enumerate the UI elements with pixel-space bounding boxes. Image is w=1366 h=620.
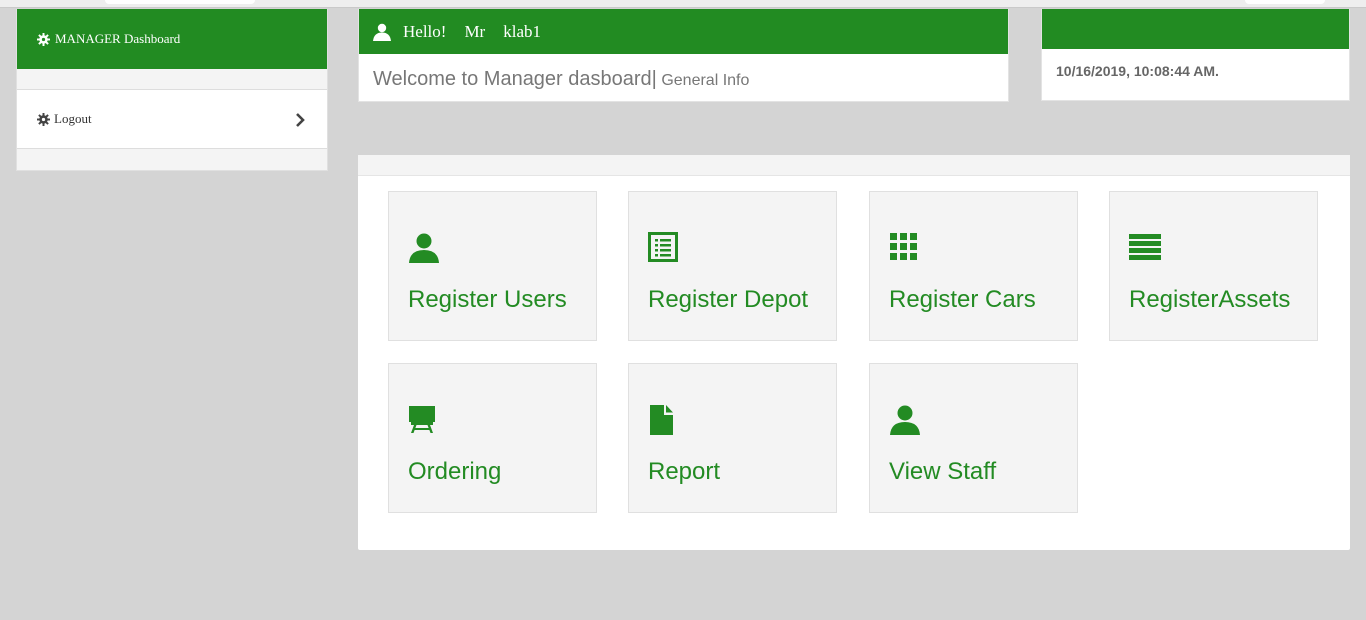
tile-ordering[interactable]: Ordering: [388, 363, 597, 513]
main-panel-header: [358, 155, 1350, 176]
tile-label: View Staff: [889, 458, 997, 485]
tile-label: RegisterAssets: [1129, 286, 1291, 313]
tile-register-users[interactable]: Register Users: [388, 191, 597, 341]
chevron-right-icon: [296, 113, 305, 127]
sidebar: MANAGER Dashboard Logout: [16, 9, 328, 171]
sidebar-item-label: Logout: [54, 111, 92, 126]
user-prefix: Mr: [464, 21, 486, 41]
tile-label: Register Depot: [648, 286, 809, 313]
browser-top-strip: [0, 0, 1366, 8]
datetime-panel: 10/16/2019, 10:08:44 AM.: [1041, 9, 1350, 101]
datetime-header: [1042, 9, 1349, 49]
user-icon: [373, 23, 391, 41]
user-icon: [890, 405, 920, 435]
tile-register-assets[interactable]: RegisterAssets: [1109, 191, 1318, 341]
easel-icon: [409, 406, 435, 433]
username: klab1: [503, 21, 541, 41]
greeting-panel: Hello! Mr klab1 Welcome to Manager dasbo…: [358, 9, 1009, 102]
tile-view-staff[interactable]: View Staff: [869, 363, 1078, 513]
tile-label: Report: [648, 458, 721, 485]
greeting-body: Welcome to Manager dasboard| General Inf…: [359, 54, 1008, 91]
greeting-header: Hello! Mr klab1: [359, 9, 1008, 54]
hello-text: Hello!: [403, 21, 447, 41]
file-icon: [650, 405, 673, 435]
sidebar-item-logout[interactable]: Logout: [17, 89, 327, 149]
gear-icon: [37, 112, 50, 126]
list-icon: [648, 232, 678, 262]
tile-label: Register Cars: [889, 286, 1036, 313]
tile-label: Ordering: [408, 458, 502, 485]
tile-register-cars[interactable]: Register Cars: [869, 191, 1078, 341]
tile-label: Register Users: [408, 286, 567, 313]
gear-icon: [37, 32, 50, 46]
welcome-text: Welcome to Manager dasboard|: [373, 68, 657, 90]
sidebar-header: MANAGER Dashboard: [17, 9, 327, 69]
tile-report[interactable]: Report: [628, 363, 837, 513]
sidebar-title: MANAGER Dashboard: [55, 31, 181, 46]
grid-icon: [890, 233, 917, 260]
general-info-text: General Info: [661, 72, 750, 89]
datetime-text: 10/16/2019, 10:08:44 AM.: [1056, 63, 1219, 79]
main-panel: Register Users Register Depot Register C…: [358, 155, 1350, 550]
tile-register-depot[interactable]: Register Depot: [628, 191, 837, 341]
user-icon: [409, 233, 439, 263]
bars-icon: [1129, 234, 1161, 260]
